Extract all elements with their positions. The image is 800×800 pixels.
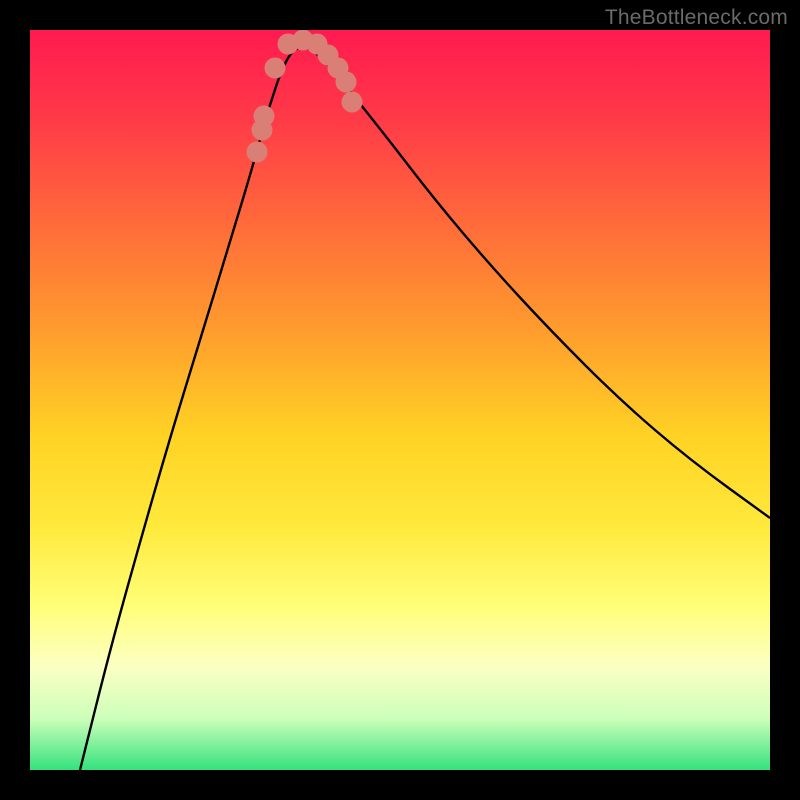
watermark-label: TheBottleneck.com — [605, 6, 788, 30]
marker-cluster — [247, 30, 363, 163]
marker-dot — [342, 92, 363, 113]
chart-frame: TheBottleneck.com — [0, 0, 800, 800]
curve-layer — [30, 30, 770, 770]
marker-dot — [247, 142, 268, 163]
marker-dot — [265, 58, 286, 79]
plot-area — [30, 30, 770, 770]
marker-dot — [336, 72, 357, 93]
marker-dot — [254, 106, 275, 127]
bottleneck-curve — [80, 47, 770, 770]
